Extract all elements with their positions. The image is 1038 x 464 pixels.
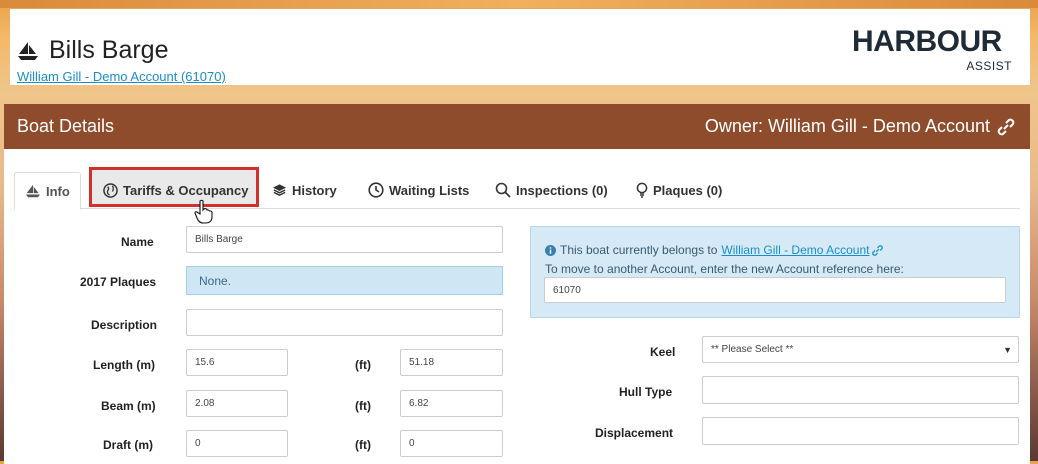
length-ft-input[interactable]: 51.18 [400, 349, 503, 376]
beam-ft-input[interactable]: 6.82 [400, 390, 503, 417]
tab-history[interactable]: History [272, 172, 337, 208]
description-input[interactable] [186, 309, 503, 336]
tab-waiting-lists[interactable]: Waiting Lists [368, 172, 469, 208]
draft-ft-input[interactable]: 0 [400, 430, 503, 457]
tab-tariffs-occupancy[interactable]: Tariffs & Occupancy [103, 172, 248, 208]
beam-ft-label: (ft) [355, 399, 371, 413]
account-info-box: This boat currently belongs to William G… [530, 226, 1020, 318]
info-icon [545, 244, 556, 256]
hand-cursor-icon [194, 199, 213, 224]
top-accent-bar [0, 0, 1038, 8]
hull-type-input[interactable] [702, 376, 1019, 404]
current-account-link[interactable]: William Gill - Demo Account [721, 243, 869, 257]
panel-header: Boat Details Owner: William Gill - Demo … [4, 104, 1030, 149]
beam-label: Beam (m) [101, 399, 156, 413]
tab-bar: Info Tariffs & Occupancy History Waiting… [14, 172, 1020, 210]
beam-m-input[interactable]: 2.08 [186, 390, 288, 417]
plaques-value: None. [186, 266, 503, 295]
length-ft-label: (ft) [355, 358, 371, 372]
boat-details-panel: Boat Details Owner: William Gill - Demo … [4, 104, 1030, 464]
tab-info[interactable]: Info [14, 172, 81, 210]
link-icon [997, 118, 1015, 135]
page-title: Bills Barge [17, 36, 169, 65]
draft-m-input[interactable]: 0 [186, 430, 288, 457]
info-line-1: This boat currently belongs to William G… [545, 243, 884, 257]
length-label: Length (m) [93, 358, 155, 372]
keel-select[interactable]: ** Please Select ** ▼ [702, 336, 1019, 363]
search-icon [495, 182, 511, 198]
hull-type-label: Hull Type [619, 385, 673, 399]
account-link[interactable]: William Gill - Demo Account (61070) [17, 69, 226, 84]
displacement-input[interactable] [702, 417, 1019, 445]
draft-ft-label: (ft) [355, 438, 371, 452]
tab-inspections[interactable]: Inspections (0) [495, 172, 608, 208]
plaques-label: 2017 Plaques [80, 275, 157, 289]
dropdown-arrow-icon: ▼ [1003, 345, 1012, 355]
layers-icon [272, 184, 287, 196]
keel-label: Keel [650, 345, 676, 359]
boat-icon [18, 41, 38, 60]
page-header: Bills Barge William Gill - Demo Account … [10, 9, 1030, 85]
clock-icon [368, 182, 384, 198]
lightbulb-icon [636, 182, 648, 198]
account-ref-input[interactable]: 61070 [544, 277, 1006, 303]
info-line-2: To move to another Account, enter the ne… [545, 262, 904, 276]
draft-label: Draft (m) [103, 438, 153, 452]
tab-plaques[interactable]: Plaques (0) [636, 172, 722, 208]
description-label: Description [91, 318, 158, 332]
boat-name: Bills Barge [49, 36, 169, 64]
boat-icon [26, 184, 40, 198]
owner-link[interactable]: Owner: William Gill - Demo Account [705, 116, 1016, 137]
harbour-assist-logo: HARBOUR ASSIST [852, 25, 1012, 73]
panel-title: Boat Details [17, 116, 115, 136]
globe-icon [103, 182, 118, 198]
displacement-label: Displacement [595, 426, 674, 440]
name-input[interactable]: Bills Barge [186, 226, 503, 253]
length-m-input[interactable]: 15.6 [186, 349, 288, 376]
link-icon [872, 244, 884, 256]
name-label: Name [121, 235, 154, 249]
